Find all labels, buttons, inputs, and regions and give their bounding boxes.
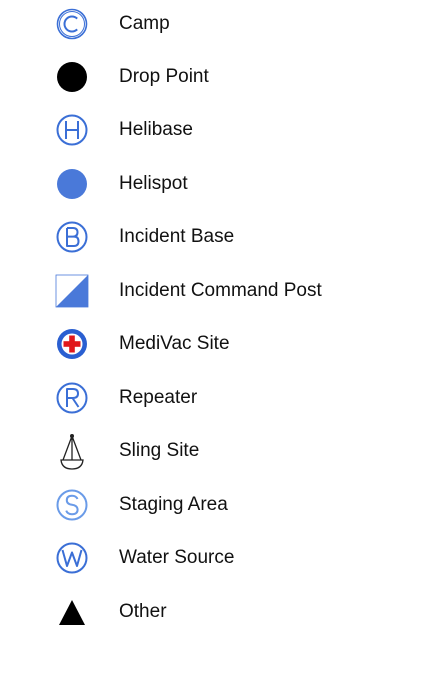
legend-item-helibase: Helibase <box>0 110 442 150</box>
sling-icon <box>52 431 92 471</box>
half-square-icon <box>52 271 92 311</box>
legend-item-water-source: Water Source <box>0 538 442 578</box>
legend-item-incident-command-post: Incident Command Post <box>0 271 442 311</box>
legend-item-other: Other <box>0 592 442 632</box>
map-legend: Camp Drop Point Helibase Helispot Incide… <box>0 0 442 677</box>
helibase-circle-h-icon <box>52 110 92 150</box>
legend-label-incident-command-post: Incident Command Post <box>119 280 322 301</box>
legend-label-incident-base: Incident Base <box>119 226 235 247</box>
incident-base-circle-b-icon <box>52 217 92 257</box>
legend-item-helispot: Helispot <box>0 164 442 204</box>
legend-label-medivac-site: MediVac Site <box>119 333 230 354</box>
legend-item-repeater: Repeater <box>0 378 442 418</box>
blue-dot-icon <box>52 164 92 204</box>
legend-item-drop-point: Drop Point <box>0 57 442 97</box>
legend-item-incident-base: Incident Base <box>0 217 442 257</box>
legend-label-other: Other <box>119 601 167 622</box>
legend-label-repeater: Repeater <box>119 387 198 408</box>
legend-item-camp: Camp <box>0 4 442 44</box>
legend-item-staging-area: Staging Area <box>0 485 442 525</box>
black-dot-icon <box>52 57 92 97</box>
legend-label-helispot: Helispot <box>119 173 188 194</box>
legend-label-sling-site: Sling Site <box>119 440 200 461</box>
repeater-circle-r-icon <box>52 378 92 418</box>
legend-label-helibase: Helibase <box>119 119 193 140</box>
legend-label-drop-point: Drop Point <box>119 66 209 87</box>
legend-label-staging-area: Staging Area <box>119 494 228 515</box>
camp-circle-c-icon <box>52 4 92 44</box>
red-cross-circle-icon <box>52 324 92 364</box>
legend-label-water-source: Water Source <box>119 547 235 568</box>
black-triangle-icon <box>52 592 92 632</box>
legend-label-camp: Camp <box>119 13 170 34</box>
staging-circle-s-icon <box>52 485 92 525</box>
legend-item-medivac-site: MediVac Site <box>0 324 442 364</box>
legend-item-sling-site: Sling Site <box>0 431 442 471</box>
water-source-circle-w-icon <box>52 538 92 578</box>
